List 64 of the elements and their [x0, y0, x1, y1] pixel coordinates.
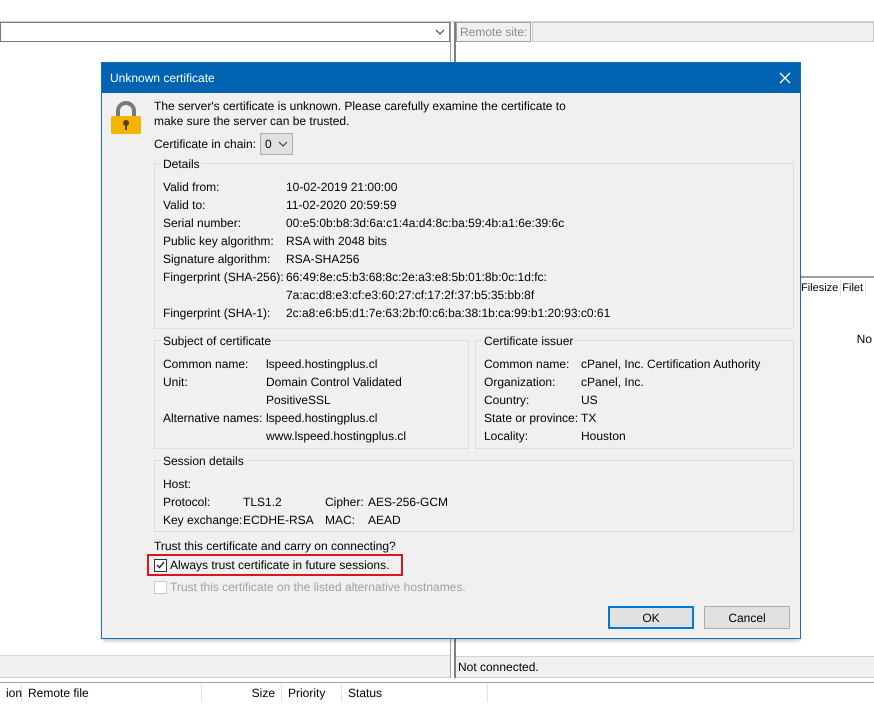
field-label: Protocol: — [163, 494, 212, 511]
field-label: Common name: — [484, 356, 570, 373]
field-value: 10-02-2019 21:00:00 — [286, 179, 398, 196]
trust-question: Trust this certificate and carry on connecting? — [154, 538, 397, 554]
field-label: Locality: — [484, 428, 530, 445]
field-value: cPanel, Inc. Certification Authority — [581, 356, 760, 373]
checkmark-icon — [156, 561, 165, 569]
column-header[interactable]: Remote file — [22, 684, 202, 702]
field-value: AEAD — [368, 512, 401, 529]
field-value: TX — [581, 410, 596, 427]
field-value: RSA-SHA256 — [286, 251, 360, 268]
field-value: 66:49:8e:c5:b3:68:8c:2e:a3:e8:5b:01:8b:0c:1d:fc: 7a:ac:d8:e3:cf:e3:60:27:cf:17:2f:37:b5:35:bb:8f — [286, 269, 547, 304]
field-label: Fingerprint (SHA-1): — [163, 305, 272, 322]
field-label: MAC: — [325, 512, 356, 529]
field-value: TLS1.2 — [243, 494, 282, 511]
dialog-message: The server's certificate is unknown. Please carefully examine the certificate to make sure the server can be trusted. — [154, 99, 567, 129]
dialog-title: Unknown certificate — [110, 70, 215, 87]
remote-site-label: Remote site: — [456, 22, 532, 42]
local-path-dropdown[interactable] — [0, 22, 450, 42]
close-icon — [779, 72, 791, 84]
field-value: lspeed.hostingplus.cl www.lspeed.hostingplus.cl — [266, 410, 406, 445]
column-header[interactable]: Size — [202, 684, 282, 702]
column-header[interactable]: Priority — [282, 684, 342, 702]
field-label: Country: — [484, 392, 530, 409]
field-label: Serial number: — [163, 215, 242, 232]
chevron-down-icon — [435, 29, 445, 35]
field-label: Unit: — [163, 374, 189, 391]
field-label: Signature algorithm: — [163, 251, 272, 268]
field-value: RSA with 2048 bits — [286, 233, 387, 250]
field-label: Cipher: — [325, 494, 365, 511]
field-value: ECDHE-RSA — [243, 512, 314, 529]
field-value: 2c:a8:e6:b5:d1:7e:63:2b:f0:c6:ba:38:1b:ca:99:b1:20:93:c0:61 — [286, 305, 610, 322]
field-label: State or province: — [484, 410, 580, 427]
field-value: 11-02-2020 20:59:59 — [286, 197, 397, 214]
dialog-button[interactable]: OK — [608, 606, 694, 629]
field-value: 00:e5:0b:b8:3d:6a:c1:4a:d4:8c:ba:59:4b:a1:6e:39:6c — [286, 215, 564, 232]
chain-label: Certificate in chain: — [154, 136, 256, 153]
status-text: Not connected. — [458, 659, 539, 676]
dialog-button[interactable]: Cancel — [704, 606, 790, 629]
padlock-icon — [110, 101, 142, 135]
checkbox[interactable] — [154, 558, 167, 572]
column-header[interactable]: ion — [0, 684, 22, 702]
chain-dropdown[interactable]: 0 — [260, 133, 293, 155]
remote-site-field[interactable] — [532, 22, 874, 42]
field-label: Valid from: — [163, 179, 220, 196]
checkbox-label: Always trust certificate in future sessions. — [170, 557, 390, 574]
field-value: AES-256-GCM — [368, 494, 448, 511]
field-label: Key exchange: — [163, 512, 243, 529]
field-label: Host: — [163, 476, 192, 493]
field-label: Fingerprint (SHA-256): — [163, 269, 285, 286]
empty-list-message: No — [856, 331, 872, 348]
checkbox-label: Trust this certificate on the listed alternative hostnames. — [170, 579, 466, 596]
field-label: Alternative names: — [163, 410, 264, 427]
column-header[interactable]: Filet — [841, 280, 866, 296]
field-value: Houston — [581, 428, 626, 445]
field-value: US — [581, 392, 598, 409]
field-value: lspeed.hostingplus.cl — [266, 356, 378, 373]
field-value: cPanel, Inc. — [581, 374, 644, 391]
field-label: Valid to: — [163, 197, 206, 214]
chevron-down-icon — [278, 141, 288, 147]
field-label: Public key algorithm: — [163, 233, 275, 250]
field-label: Organization: — [484, 374, 556, 391]
field-label: Common name: — [163, 356, 250, 373]
column-header[interactable]: Status — [342, 684, 488, 702]
